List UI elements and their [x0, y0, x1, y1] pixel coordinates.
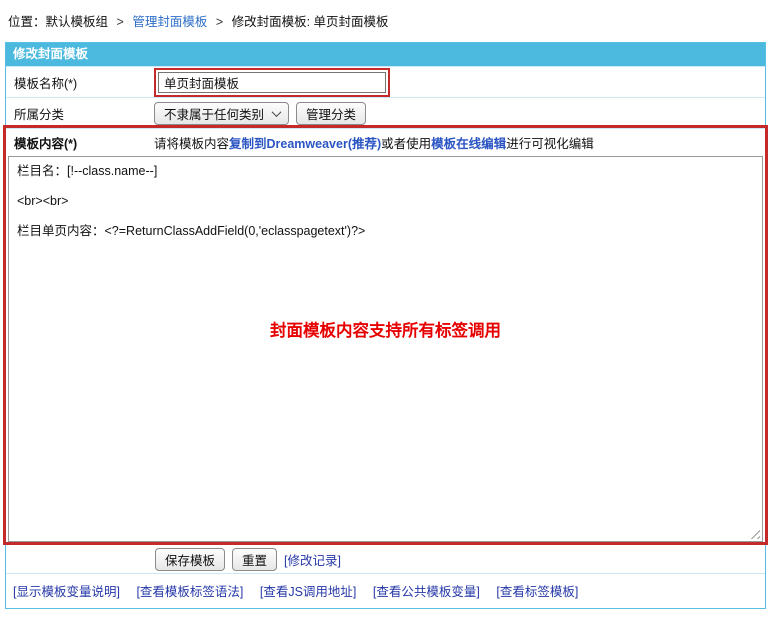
panel-title: 修改封面模板	[6, 43, 765, 66]
breadcrumb-prefix: 位置：	[8, 15, 46, 29]
show-template-vars-link[interactable]: [显示模板变量说明]	[13, 585, 120, 599]
template-content-label: 模板内容(*)	[6, 133, 154, 152]
view-js-url-link[interactable]: [查看JS调用地址]	[260, 585, 357, 599]
hint-text: 进行可视化编辑	[506, 133, 594, 152]
dreamweaver-copy-link[interactable]: 复制到Dreamweaver(推荐)	[229, 133, 381, 152]
template-content-header-row: 模板内容(*) 请将模板内容复制到Dreamweaver(推荐)或者使用模板在线…	[6, 128, 765, 156]
category-label: 所属分类	[6, 104, 154, 123]
category-select-value: 不隶属于任何类别	[164, 104, 264, 123]
actions-row: 保存模板 重置 [修改记录]	[6, 544, 765, 573]
manage-category-button[interactable]: 管理分类	[296, 102, 366, 125]
editor-highlight-note: 封面模板内容支持所有标签调用	[17, 317, 754, 341]
resize-handle-icon[interactable]	[747, 526, 760, 539]
breadcrumb-separator: >	[216, 15, 223, 29]
template-name-label: 模板名称(*)	[6, 73, 154, 92]
template-name-cell	[154, 68, 765, 97]
category-cell: 不隶属于任何类别 管理分类	[154, 102, 765, 125]
breadcrumb-item-group: 默认模板组	[46, 15, 109, 29]
category-select[interactable]: 不隶属于任何类别	[154, 102, 289, 125]
breadcrumb: 位置：默认模板组 > 管理封面模板 > 修改封面模板: 单页封面模板	[0, 0, 771, 42]
edit-template-panel: 修改封面模板 模板名称(*) 所属分类 不隶属于任何类别 管理分类 模板内容(*…	[5, 42, 766, 609]
view-tag-template-link[interactable]: [查看标签模板]	[496, 585, 578, 599]
category-row: 所属分类 不隶属于任何类别 管理分类	[6, 97, 765, 128]
hint-text: 请将模板内容	[154, 133, 229, 152]
chevron-down-icon	[272, 107, 282, 117]
breadcrumb-link-manage-templates[interactable]: 管理封面模板	[132, 15, 207, 29]
save-template-button[interactable]: 保存模板	[155, 548, 225, 571]
editor-line: <br><br>	[17, 194, 754, 209]
breadcrumb-item-current: 修改封面模板: 单页封面模板	[232, 15, 389, 29]
editor-line: 栏目单页内容：<?=ReturnClassAddField(0,'eclassp…	[17, 224, 754, 239]
view-public-vars-link[interactable]: [查看公共模板变量]	[373, 585, 480, 599]
template-content-textarea[interactable]: 栏目名：[!--class.name--] <br><br> 栏目单页内容：<?…	[8, 156, 763, 542]
hint-text: 或者使用	[381, 133, 431, 152]
editor-line: 栏目名：[!--class.name--]	[17, 164, 754, 179]
online-edit-link[interactable]: 模板在线编辑	[431, 133, 506, 152]
reset-button[interactable]: 重置	[232, 548, 277, 571]
modification-history-link[interactable]: [修改记录]	[284, 550, 341, 569]
view-tag-syntax-link[interactable]: [查看模板标签语法]	[136, 585, 243, 599]
template-content-hint: 请将模板内容复制到Dreamweaver(推荐)或者使用模板在线编辑进行可视化编…	[154, 133, 765, 152]
breadcrumb-separator: >	[117, 15, 124, 29]
template-name-input[interactable]	[158, 72, 386, 93]
footer-links-row: [显示模板变量说明] [查看模板标签语法] [查看JS调用地址] [查看公共模板…	[6, 573, 765, 608]
annotation-box-input	[154, 68, 390, 97]
template-name-row: 模板名称(*)	[6, 66, 765, 97]
